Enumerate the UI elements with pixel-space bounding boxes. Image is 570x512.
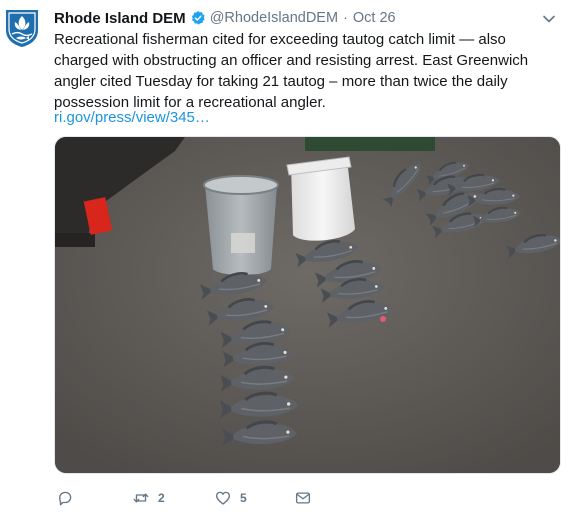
retweet-count: 2: [158, 491, 165, 505]
verified-badge-icon: [191, 11, 205, 25]
tweet-text: Recreational fisherman cited for exceedi…: [54, 31, 529, 111]
account-handle[interactable]: @RhodeIslandDEM: [210, 10, 338, 26]
like-count: 5: [240, 491, 247, 505]
direct-message-button[interactable]: [294, 488, 312, 508]
account-avatar[interactable]: [4, 8, 40, 48]
retweet-button[interactable]: 2: [132, 488, 165, 508]
tweet-card[interactable]: Rhode Island DEM @RhodeIslandDEM · Oct 2…: [0, 0, 570, 512]
chevron-down-icon[interactable]: [542, 12, 556, 26]
tweet-actions: 2 5: [54, 488, 494, 510]
like-button[interactable]: 5: [214, 488, 247, 508]
fish-catch-photo: [55, 137, 560, 473]
tweet-link[interactable]: ri.gov/press/view/345…: [54, 107, 210, 128]
tweet-timestamp[interactable]: Oct 26: [353, 10, 396, 26]
tweet-photo[interactable]: [54, 136, 561, 474]
account-name[interactable]: Rhode Island DEM: [54, 10, 186, 27]
like-icon: [215, 491, 231, 505]
reply-button[interactable]: [56, 488, 82, 508]
direct-message-icon: [295, 492, 311, 504]
reply-icon: [59, 491, 72, 506]
tweet-header: Rhode Island DEM @RhodeIslandDEM · Oct 2…: [54, 8, 558, 28]
dem-logo-icon: [6, 10, 38, 47]
retweet-icon: [133, 493, 149, 503]
header-separator: ·: [343, 10, 348, 26]
